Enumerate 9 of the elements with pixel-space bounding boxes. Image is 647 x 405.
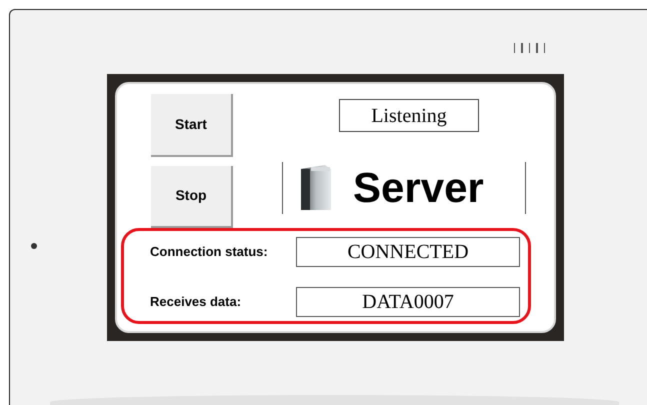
- value-display: DATA0007: [296, 287, 520, 317]
- field-label: Connection status:: [150, 243, 269, 262]
- logo-text: Server: [353, 167, 484, 209]
- speaker-grille-icon: [514, 43, 545, 53]
- status-display: Listening: [339, 99, 479, 132]
- value-display: CONNECTED: [296, 237, 520, 267]
- control-button[interactable]: Start: [151, 94, 233, 156]
- field-label: Receives data:: [150, 293, 242, 312]
- control-button[interactable]: Stop: [151, 166, 233, 228]
